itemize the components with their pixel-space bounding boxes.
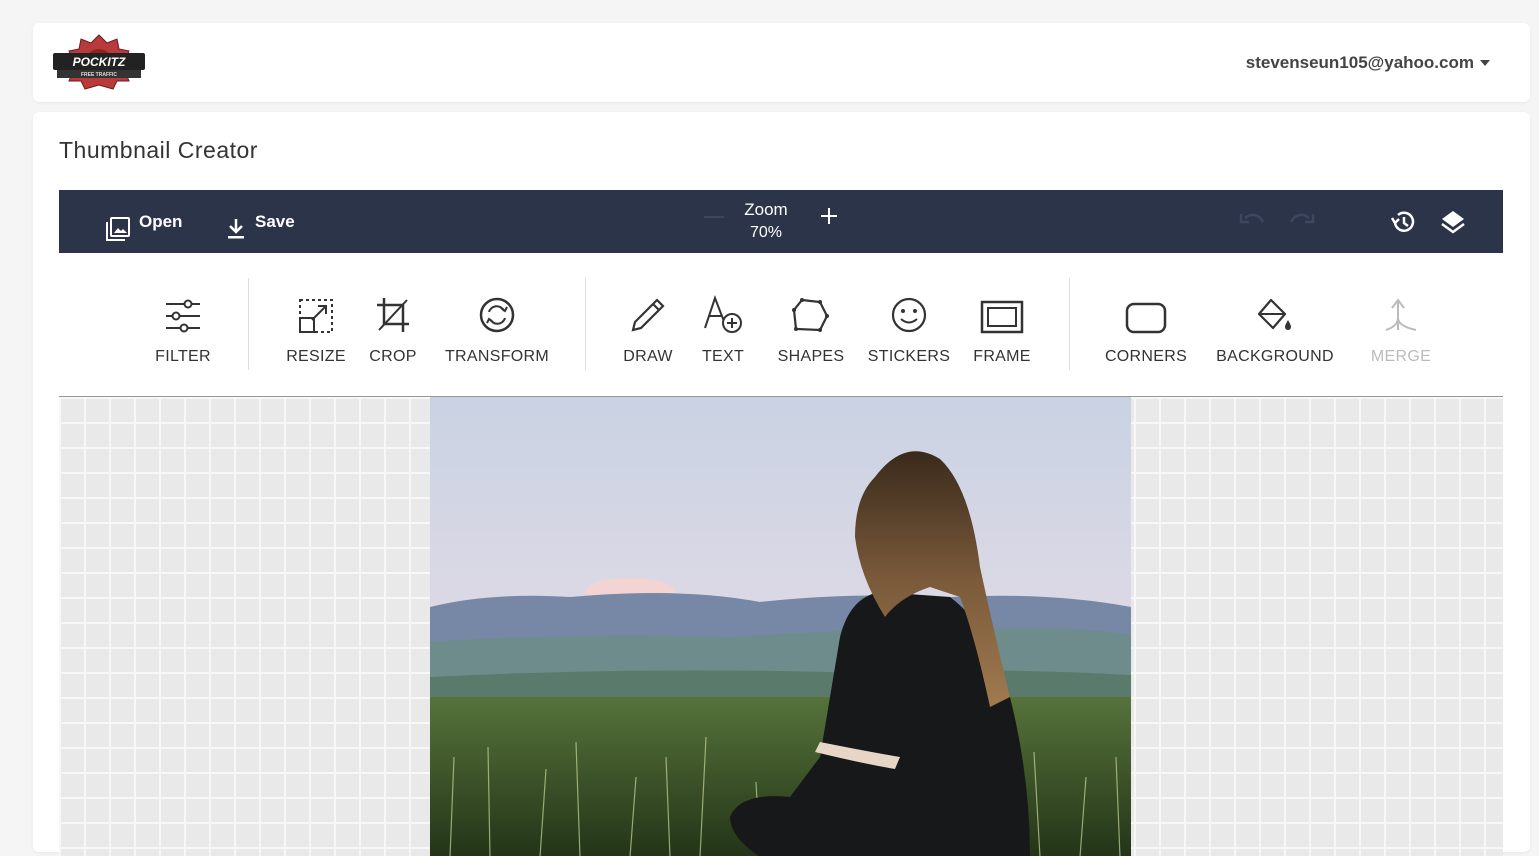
editor-canvas[interactable] <box>59 396 1503 856</box>
tool-transform[interactable]: TRANSFORM <box>442 272 552 372</box>
page-title: Thumbnail Creator <box>59 137 258 163</box>
layers-icon[interactable] <box>1439 208 1467 241</box>
download-icon <box>225 202 247 242</box>
sliders-icon <box>164 288 202 334</box>
zoom-value: 70% <box>749 224 783 241</box>
undo-icon[interactable] <box>1237 208 1267 241</box>
merge-icon <box>1382 288 1420 334</box>
pockitz-logo[interactable]: POCKITZ FREE TRAFFIC <box>51 33 147 91</box>
user-email: stevenseun105@yahoo.com <box>1245 53 1474 72</box>
tool-frame[interactable]: FRAME <box>947 272 1057 372</box>
polygon-icon <box>792 288 830 334</box>
tool-shapes[interactable]: SHAPES <box>756 272 866 372</box>
tools-toolbar: FILTER RESIZE CROP TRANSFORM DRAW TEXT S… <box>59 272 1503 372</box>
tool-corners[interactable]: CORNERS <box>1091 272 1201 372</box>
zoom-control: Zoom 70% <box>704 198 839 246</box>
editor-topbar: Open Save Zoom 70% <box>59 190 1503 253</box>
redo-icon[interactable] <box>1287 208 1317 241</box>
svg-text:POCKITZ: POCKITZ <box>73 55 126 69</box>
save-button[interactable]: Save <box>225 190 295 253</box>
history-icon[interactable] <box>1389 208 1417 241</box>
zoom-out-button[interactable] <box>704 216 724 218</box>
crop-icon <box>375 288 411 334</box>
text-add-icon <box>703 288 743 334</box>
zoom-label: Zoom <box>744 200 788 219</box>
open-button[interactable]: Open <box>105 190 182 253</box>
toolbar-divider <box>585 278 586 370</box>
main-card: Thumbnail Creator Open Save Zoom 70% FIL… <box>33 112 1530 856</box>
smiley-icon <box>890 288 928 334</box>
save-label: Save <box>255 211 295 231</box>
tool-filter[interactable]: FILTER <box>128 272 238 372</box>
canvas-image[interactable] <box>430 397 1131 856</box>
pencil-icon <box>629 288 667 334</box>
svg-text:FREE TRAFFIC: FREE TRAFFIC <box>81 72 117 78</box>
tool-background[interactable]: BACKGROUND <box>1210 272 1340 372</box>
open-label: Open <box>139 211 183 231</box>
toolbar-divider <box>248 278 249 370</box>
rounded-rect-icon <box>1125 288 1167 334</box>
tool-crop[interactable]: CROP <box>338 272 448 372</box>
paint-bucket-icon <box>1255 288 1295 334</box>
caret-down-icon <box>1480 60 1490 66</box>
rotate-icon <box>478 288 516 334</box>
image-icon <box>105 202 131 242</box>
resize-icon <box>298 288 334 334</box>
frame-icon <box>980 288 1024 334</box>
top-navbar: POCKITZ FREE TRAFFIC stevenseun105@yahoo… <box>33 23 1530 102</box>
zoom-in-button[interactable] <box>819 206 839 231</box>
tool-merge[interactable]: MERGE <box>1346 272 1456 372</box>
toolbar-divider <box>1069 278 1070 370</box>
user-menu[interactable]: stevenseun105@yahoo.com <box>1246 53 1490 73</box>
